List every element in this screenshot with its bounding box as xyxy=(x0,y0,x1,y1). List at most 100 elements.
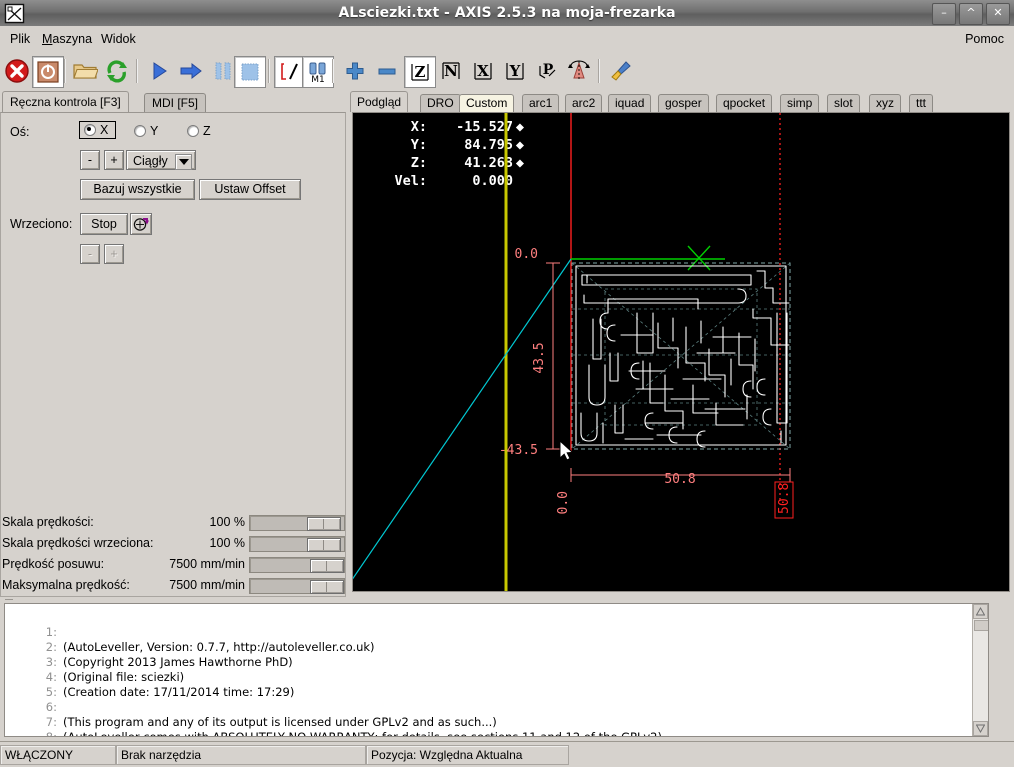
view-p-button[interactable]: P xyxy=(532,56,562,86)
run-program-button[interactable] xyxy=(144,56,174,86)
spindle-forward-button[interactable] xyxy=(130,213,152,235)
tab-arc1[interactable]: arc1 xyxy=(522,94,560,112)
spindle-override-thumb[interactable] xyxy=(307,538,341,552)
touch-off-button[interactable]: Ustaw Offset xyxy=(199,179,301,200)
gl-backplot-canvas[interactable]: X: -15.527 ◆ Y: 84.795 ◆ Z: 41.263 ◆ Vel… xyxy=(352,112,1010,592)
gcode-line-9[interactable]: 9: (prerequisites) xyxy=(5,730,34,736)
gcode-line-1[interactable]: 1: (AutoLeveller, Version: 0.7.7, http:/… xyxy=(5,610,375,654)
scroll-up-button[interactable] xyxy=(973,604,988,619)
view-z2-button[interactable]: N xyxy=(436,56,466,86)
axis-label: Oś: xyxy=(10,125,30,139)
menu-maszyna[interactable]: Maszyna xyxy=(36,26,98,52)
tab-custom[interactable]: Custom xyxy=(459,94,515,112)
view-y-button[interactable]: Y xyxy=(500,56,530,86)
stop-program-button[interactable] xyxy=(234,56,266,88)
dim-y-top-label: 0.0 xyxy=(515,247,538,262)
step-arrow-icon xyxy=(180,62,202,80)
feed-rate-thumb[interactable] xyxy=(310,559,344,573)
gcode-line-7[interactable]: 7: (AutoLeveller comes with ABSOLUTELY N… xyxy=(5,700,662,736)
tab-iquad[interactable]: iquad xyxy=(608,94,652,112)
gcode-line-6[interactable]: 6: (This program and any of its output i… xyxy=(5,685,497,729)
menu-pomoc[interactable]: Pomoc xyxy=(959,26,1010,52)
spindle-clockwise-icon xyxy=(133,218,149,231)
axis-radio-x[interactable]: X xyxy=(79,121,117,139)
window-buttons: – ^ ✕ xyxy=(932,3,1010,25)
open-file-button[interactable] xyxy=(70,56,100,86)
gcode-scrollbar[interactable] xyxy=(972,604,988,736)
machine-power-button[interactable] xyxy=(32,56,64,88)
close-button[interactable]: ✕ xyxy=(986,3,1010,25)
scrollbar-thumb[interactable] xyxy=(974,620,988,631)
view-z-button[interactable]: Z xyxy=(404,56,436,88)
manual-control-panel: Ręczna kontrola [F3] MDI [F5] Oś: X Y Z … xyxy=(0,91,348,607)
tab-qpocket[interactable]: qpocket xyxy=(716,94,773,112)
spindle-plus-button[interactable]: + xyxy=(104,244,124,264)
dim-x-width-label: 50.8 xyxy=(664,472,695,487)
gcode-line-3[interactable]: 3: (Original file: sciezki) xyxy=(5,640,184,684)
estop-button[interactable] xyxy=(2,56,32,86)
max-velocity-slider[interactable] xyxy=(249,578,345,594)
rotate-view-button[interactable] xyxy=(564,56,594,86)
gcode-text-area[interactable]: 1: (AutoLeveller, Version: 0.7.7, http:/… xyxy=(4,603,989,737)
reload-file-button[interactable] xyxy=(102,56,132,86)
gcode-line-5[interactable]: 5: xyxy=(5,670,57,699)
dim-x-right-label: 50.8 xyxy=(777,483,792,514)
jog-plus-button[interactable]: + xyxy=(104,150,124,170)
spindle-override-slider[interactable] xyxy=(249,536,345,552)
gcode-line-1-text: (AutoLeveller, Version: 0.7.7, http://au… xyxy=(63,640,375,654)
tab-ttt[interactable]: ttt xyxy=(909,94,934,112)
gcode-line-2[interactable]: 2: (Copyright 2013 James Hawthorne PhD) xyxy=(5,625,293,669)
zoom-out-button[interactable] xyxy=(372,56,402,86)
max-velocity-value: 7500 mm/min xyxy=(169,578,245,592)
power-icon xyxy=(37,61,59,83)
chevron-down-icon[interactable] xyxy=(175,154,192,170)
tool-bar: M1 Z N X Y P xyxy=(0,52,1014,92)
toggle-optional-stop-button[interactable]: M1 xyxy=(302,56,334,88)
minimize-button[interactable]: – xyxy=(932,3,956,25)
zoom-in-button[interactable] xyxy=(340,56,370,86)
spindle-label: Wrzeciono: xyxy=(10,217,73,231)
feed-rate-slider[interactable] xyxy=(249,557,345,573)
gcode-line-8[interactable]: 8: xyxy=(5,715,57,736)
axis-radio-z-label: Z xyxy=(203,124,211,138)
status-bar: WŁĄCZONY Brak narzędzia Pozycja: Względn… xyxy=(0,741,1014,767)
folder-icon xyxy=(73,64,98,79)
tab-slot[interactable]: slot xyxy=(827,94,860,112)
menu-plik[interactable]: Plik xyxy=(4,26,36,52)
tab-dro[interactable]: DRO xyxy=(420,94,461,112)
tab-simp[interactable]: simp xyxy=(780,94,820,112)
max-velocity-thumb[interactable] xyxy=(310,580,344,594)
spindle-override-label: Skala prędkości wrzeciona: xyxy=(2,536,154,550)
tab-arc2[interactable]: arc2 xyxy=(565,94,603,112)
reload-icon xyxy=(107,60,127,83)
view-x-button[interactable]: X xyxy=(468,56,498,86)
spindle-stop-button[interactable]: Stop xyxy=(80,213,128,235)
jog-mode-combo[interactable]: Ciągły xyxy=(126,150,196,170)
axis-radio-z[interactable]: Z xyxy=(187,124,211,138)
tab-xyz[interactable]: xyz xyxy=(869,94,901,112)
tab-reczna-kontrola[interactable]: Ręczna kontrola [F3] xyxy=(2,91,129,113)
feed-override-thumb[interactable] xyxy=(307,517,341,531)
menu-widok[interactable]: Widok xyxy=(95,26,142,52)
feed-rate-label: Prędkość posuwu: xyxy=(2,557,105,571)
gcode-line-4[interactable]: 4: (Creation date: 17/11/2014 time: 17:2… xyxy=(5,655,295,699)
home-all-button[interactable]: Bazuj wszystkie xyxy=(80,179,195,200)
step-program-button[interactable] xyxy=(176,56,206,86)
pause-icon xyxy=(215,62,231,80)
scroll-down-button[interactable] xyxy=(973,721,988,736)
tab-gosper[interactable]: gosper xyxy=(658,94,709,112)
rotate-cone-icon xyxy=(568,60,590,81)
tab-podglad[interactable]: Podgląd xyxy=(350,91,409,112)
toolbar-separator-2 xyxy=(136,59,138,83)
spindle-minus-button[interactable]: - xyxy=(80,244,100,264)
jog-minus-button[interactable]: - xyxy=(80,150,100,170)
triangle-down-icon xyxy=(976,724,985,733)
minus-icon xyxy=(378,68,396,75)
status-machine-state: WŁĄCZONY xyxy=(0,745,116,765)
dim-y-bottom-label: -43.5 xyxy=(499,443,538,458)
maximize-button[interactable]: ^ xyxy=(959,3,983,25)
clear-backplot-button[interactable] xyxy=(606,56,636,86)
feed-override-slider[interactable] xyxy=(249,515,345,531)
axis-radio-y[interactable]: Y xyxy=(134,124,158,138)
tab-mdi[interactable]: MDI [F5] xyxy=(144,93,207,113)
